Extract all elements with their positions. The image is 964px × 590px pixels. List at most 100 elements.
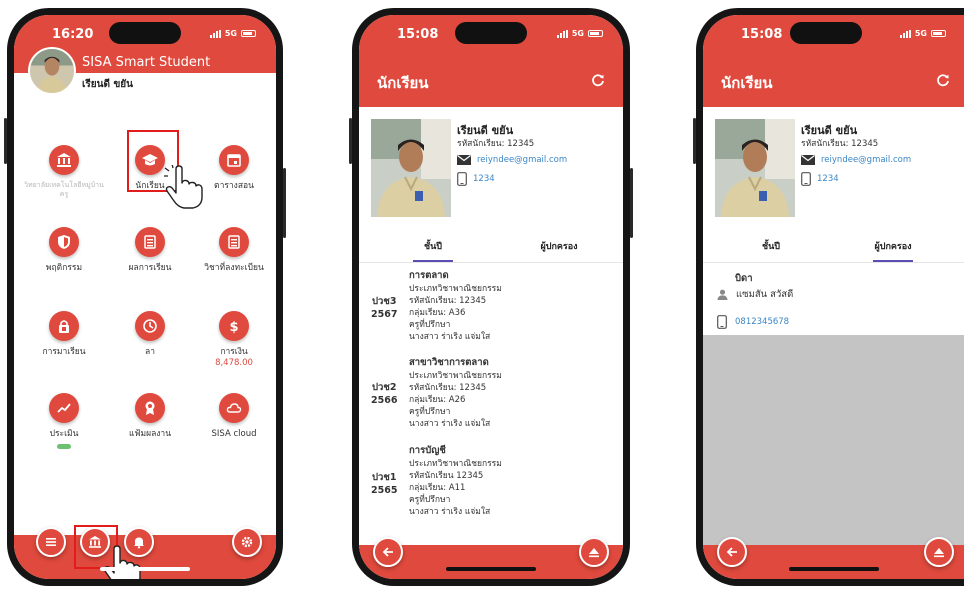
- eject-icon: [934, 548, 944, 558]
- evaluation-pill: [57, 444, 71, 449]
- settings-button[interactable]: [232, 527, 262, 557]
- guardian-name-row: แซมสัน สวัสดี: [717, 287, 793, 302]
- status-icons: 5G: [209, 29, 256, 38]
- battery-icon: [241, 30, 256, 37]
- network-type: 5G: [224, 29, 237, 38]
- tab-class[interactable]: ชั้นปี: [373, 239, 493, 262]
- student-photo-icon: [371, 119, 451, 217]
- status-bar: 15:08 5G: [703, 15, 964, 53]
- student-phone[interactable]: 1234: [457, 172, 495, 186]
- record-level-name: ปวช1: [372, 472, 397, 483]
- phone-icon: [717, 315, 727, 329]
- menu-leave[interactable]: ลา: [110, 311, 190, 358]
- student-id: รหัสนักเรียน: 12345: [801, 139, 879, 149]
- signal-icon: [556, 29, 568, 38]
- menu-finance[interactable]: $ การเงิน 8,478.00: [194, 311, 274, 368]
- record-advisor: นางสาว ร่าเริง แจ่มใส: [409, 419, 491, 429]
- email-text: reiyndee@gmail.com: [477, 155, 568, 165]
- record-level-year: 2565: [371, 485, 398, 496]
- menu-sisa-cloud[interactable]: SISA cloud: [194, 393, 274, 440]
- student-email[interactable]: reiyndee@gmail.com: [801, 155, 911, 165]
- status-time: 16:20: [52, 27, 94, 42]
- record-type: ประเภทวิชาพาณิชยกรรม: [409, 371, 502, 381]
- tab-guardian[interactable]: ผู้ปกครอง: [499, 239, 619, 253]
- record-advisor-label: ครูที่ปรึกษา: [409, 320, 451, 330]
- guardian-phone: 0812345678: [735, 317, 790, 327]
- student-id: รหัสนักเรียน: 12345: [457, 139, 535, 149]
- status-icons: 5G: [556, 29, 603, 38]
- network-type: 5G: [571, 29, 584, 38]
- menu-label: การมาเรียน: [42, 347, 86, 357]
- hamburger-icon: [46, 538, 56, 546]
- page-title: นักเรียน: [721, 74, 773, 92]
- avatar-photo-icon: [30, 49, 74, 93]
- record-group: กลุ่มเรียน: A26: [409, 395, 466, 405]
- phone-text: 1234: [817, 174, 839, 184]
- stage: 16:20 5G SISA Smart Student เรียนดี ขยัน: [0, 0, 964, 590]
- record-details: การตลาด ประเภทวิชาพาณิชยกรรม รหัสนักเรีย…: [409, 270, 502, 343]
- menu-timetable[interactable]: ตารางสอน: [194, 145, 274, 192]
- menu-grades[interactable]: ผลการเรียน: [110, 227, 190, 274]
- student-email[interactable]: reiyndee@gmail.com: [457, 155, 567, 165]
- status-time: 15:08: [397, 27, 439, 42]
- eject-icon: [589, 548, 599, 558]
- phone-icon: [457, 172, 467, 186]
- record-level-name: ปวช2: [372, 382, 397, 393]
- menu-college[interactable]: วิทยาลัยเทคโนโลยีหมู่บ้านครู: [24, 145, 104, 199]
- status-icons: 5G: [899, 29, 946, 38]
- signal-icon: [209, 29, 221, 38]
- record-group: กลุ่มเรียน: A36: [409, 308, 466, 318]
- menu-label: พฤติกรรม: [45, 263, 83, 273]
- menu-attendance[interactable]: การมาเรียน: [24, 311, 104, 358]
- record-group: กลุ่มเรียน: A11: [409, 483, 466, 493]
- record-level-year: 2567: [371, 309, 398, 320]
- record-sid: รหัสนักเรียน: 12345: [409, 296, 487, 306]
- menu-behavior[interactable]: พฤติกรรม: [24, 227, 104, 274]
- menu-registered-subjects[interactable]: วิชาที่ลงทะเบียน: [194, 227, 274, 274]
- home-indicator: [100, 567, 190, 571]
- record-title: สาขาวิชาการตลาด: [409, 357, 489, 368]
- phone-icon: [801, 172, 811, 186]
- pointer-hand-icon: [103, 545, 141, 579]
- record-title: การบัญชี: [409, 445, 446, 456]
- tab-class[interactable]: ชั้นปี: [711, 239, 831, 253]
- calendar-icon: [219, 145, 249, 175]
- eject-button[interactable]: [924, 537, 954, 567]
- battery-icon: [588, 30, 603, 37]
- shield-icon: [49, 227, 79, 257]
- record-level: ปวช3 2567: [371, 295, 397, 321]
- record-type: ประเภทวิชาพาณิชยกรรม: [409, 284, 502, 294]
- app-title: SISA Smart Student: [82, 55, 211, 70]
- menu-label: วิชาที่ลงทะเบียน: [204, 263, 264, 273]
- avatar[interactable]: [28, 47, 76, 95]
- guardian-relation: บิดา: [735, 273, 753, 284]
- record-type: ประเภทวิชาพาณิชยกรรม: [409, 459, 502, 469]
- guardian-screen: 15:08 5G นักเรียน เรียนดี ขยัน รหัสนักเร…: [703, 15, 964, 579]
- menu-evaluation[interactable]: ประเมิน: [24, 393, 104, 449]
- student-photo: [715, 119, 795, 217]
- menu-label: SISA cloud: [211, 429, 257, 439]
- bank-icon: [49, 145, 79, 175]
- menu-button[interactable]: [36, 527, 66, 557]
- mail-icon: [457, 155, 471, 165]
- eject-button[interactable]: [579, 537, 609, 567]
- trend-icon: [49, 393, 79, 423]
- guardian-name: แซมสัน สวัสดี: [736, 289, 794, 300]
- tab-guardian[interactable]: ผู้ปกครอง: [833, 239, 953, 262]
- back-button[interactable]: [717, 537, 747, 567]
- refresh-icon[interactable]: [936, 73, 950, 87]
- menu-portfolio[interactable]: แฟ้มผลงาน: [110, 393, 190, 440]
- record-advisor-label: ครูที่ปรึกษา: [409, 407, 451, 417]
- record-level-name: ปวช3: [372, 296, 397, 307]
- phone-home: 16:20 5G SISA Smart Student เรียนดี ขยัน: [4, 8, 286, 586]
- pointer-hand-icon: [164, 165, 203, 209]
- back-button[interactable]: [373, 537, 403, 567]
- guardian-phone-row[interactable]: 0812345678: [717, 315, 789, 329]
- home-indicator: [788, 567, 879, 571]
- record-details: สาขาวิชาการตลาด ประเภทวิชาพาณิชยกรรม รหั…: [409, 357, 502, 430]
- refresh-icon[interactable]: [591, 73, 605, 87]
- menu-label: ตารางสอน: [214, 181, 254, 191]
- student-phone[interactable]: 1234: [801, 172, 839, 186]
- profile-tabs: ชั้นปี ผู้ปกครอง: [359, 231, 623, 263]
- menu-label: วิทยาลัยเทคโนโลยีหมู่บ้านครู: [24, 181, 104, 198]
